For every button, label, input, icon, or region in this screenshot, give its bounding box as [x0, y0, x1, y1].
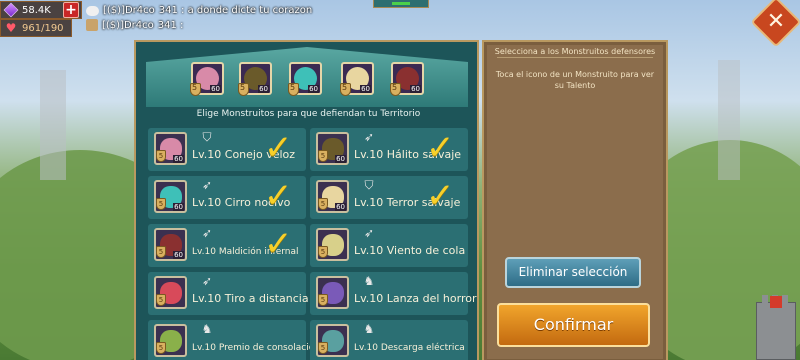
shield-icon: ⛉ — [364, 178, 374, 192]
monster-portrait[interactable]: 5 — [316, 228, 349, 261]
level-badge: 60 — [258, 85, 269, 93]
divider — [497, 57, 653, 58]
monster-card[interactable]: 5 60 ➶ Lv.10 Hálito salvaje ✓ — [310, 128, 468, 171]
defender-slot[interactable]: 60 — [238, 62, 272, 96]
star-shield-icon — [190, 83, 201, 96]
chat-line[interactable]: [($)]Dr4co 341 : — [86, 19, 183, 31]
monster-portrait[interactable]: 5 — [316, 324, 349, 357]
close-icon: ✕ — [766, 9, 786, 34]
star-shield-icon: 5 — [318, 198, 328, 210]
defender-slot[interactable]: 60 — [390, 62, 424, 96]
monster-card[interactable]: 5 ➶ Lv.10 Tiro a distancia — [148, 272, 309, 315]
monster-portrait[interactable]: 5 60 — [154, 228, 187, 261]
level-badge: 60 — [360, 85, 371, 93]
bow-icon: ➶ — [363, 130, 375, 144]
guild-crest-icon — [86, 19, 98, 31]
star-shield-icon: 5 — [318, 342, 328, 354]
gem-icon — [3, 2, 19, 18]
heart-icon: ♥ — [5, 21, 17, 35]
chat-sender: [($)]Dr4co — [102, 19, 154, 31]
level-badge: 60 — [173, 251, 184, 259]
chat-sender: [($)]Dr4co — [103, 5, 155, 16]
defender-slot[interactable]: 60 — [288, 62, 322, 96]
horse-icon: ♞ — [363, 274, 375, 288]
monster-card[interactable]: 5 ♞ Lv.10 Premio de consolación — [148, 320, 320, 360]
stamina-value: 961/190 — [22, 22, 64, 34]
star-shield-icon: 5 — [156, 342, 166, 354]
level-badge: 60 — [308, 85, 319, 93]
info-title: Selecciona a los Monstruitos defensores — [494, 47, 656, 56]
checkmark-icon: ✓ — [264, 176, 293, 216]
star-shield-icon — [390, 83, 401, 96]
level-badge: 60 — [410, 85, 421, 93]
star-shield-icon: 5 — [318, 294, 328, 306]
level-badge: 60 — [335, 203, 346, 211]
chat-line[interactable]: [($)]Dr4co 341 : a donde dicte tu corazo… — [86, 5, 312, 16]
monster-name: Lv.10 Premio de consolación — [192, 343, 320, 353]
star-shield-icon: 5 — [318, 246, 328, 258]
star-shield-icon: 5 — [318, 150, 328, 162]
level-badge: 60 — [173, 203, 184, 211]
bow-icon: ➶ — [201, 226, 213, 240]
star-shield-icon: 5 — [156, 294, 166, 306]
bow-icon: ➶ — [363, 226, 375, 240]
level-badge: 60 — [335, 155, 346, 163]
monster-card[interactable]: 5 60 ➶ Lv.10 Maldición infernal ✓ — [148, 224, 306, 267]
monster-portrait[interactable]: 5 60 — [154, 132, 187, 165]
bow-icon: ➶ — [201, 274, 213, 288]
monster-portrait[interactable]: 5 — [154, 324, 187, 357]
star-shield-icon — [238, 83, 249, 96]
monster-selection-panel: 60 60 60 60 60 Elige Monstruitos para que de… — [134, 40, 479, 360]
monster-card[interactable]: 5 60 ⛉ Lv.10 Conejo veloz ✓ — [148, 128, 306, 171]
checkmark-icon: ✓ — [426, 128, 455, 168]
monster-portrait[interactable]: 5 60 — [154, 180, 187, 213]
monster-name: Lv.10 Descarga eléctrica — [354, 343, 465, 353]
level-badge: 60 — [173, 155, 184, 163]
info-description: Toca el icono de un Monstruito para ver … — [495, 70, 655, 90]
monster-name: Lv.10 Tiro a distancia — [192, 292, 309, 305]
chat-bubble-icon — [86, 5, 99, 16]
monster-portrait[interactable]: 5 60 — [316, 132, 349, 165]
panel-subtitle: Elige Monstruitos para que defiendan tu … — [196, 109, 421, 119]
monster-portrait[interactable]: 5 — [316, 276, 349, 309]
stamina-counter: ♥ 961/190 — [0, 19, 72, 37]
close-button[interactable]: ✕ — [750, 0, 800, 48]
defender-slot[interactable]: 60 — [340, 62, 374, 96]
monster-card[interactable]: 5 60 ➶ Lv.10 Cirro nocivo ✓ — [148, 176, 306, 219]
confirm-button[interactable]: Confirmar — [497, 303, 650, 347]
tab-indicator — [392, 2, 410, 5]
monster-card[interactable]: 5 ♞ Lv.10 Lanza del horror — [310, 272, 477, 315]
checkmark-icon: ✓ — [426, 176, 455, 216]
star-shield-icon: 5 — [156, 150, 166, 162]
castle-flag-icon — [770, 296, 782, 308]
horse-icon: ♞ — [201, 322, 213, 336]
monster-card[interactable]: 5 60 ⛉ Lv.10 Terror salvaje ✓ — [310, 176, 468, 219]
monster-portrait[interactable]: 5 60 — [316, 180, 349, 213]
monster-name: Lv.10 Lanza del horror — [354, 292, 477, 305]
star-shield-icon: 5 — [156, 198, 166, 210]
add-gems-button[interactable]: + — [63, 2, 79, 18]
level-badge: 60 — [210, 85, 221, 93]
chat-text: 341 : — [157, 19, 184, 31]
castle-icon[interactable] — [756, 295, 796, 360]
background-tower-right — [718, 60, 740, 180]
bow-icon: ➶ — [201, 178, 213, 192]
monster-card[interactable]: 5 ♞ Lv.10 Descarga eléctrica — [310, 320, 468, 360]
horse-icon: ♞ — [363, 322, 375, 336]
defender-slot[interactable]: 60 — [190, 62, 224, 96]
star-shield-icon: 5 — [156, 246, 166, 258]
top-tab-handle[interactable] — [373, 0, 429, 8]
clear-selection-button[interactable]: Eliminar selección — [505, 257, 641, 288]
checkmark-icon: ✓ — [264, 128, 293, 168]
gems-value: 58.4K — [22, 4, 51, 16]
shield-icon: ⛉ — [202, 130, 212, 144]
checkmark-icon: ✓ — [264, 224, 293, 264]
chat-text: 341 : a donde dicte tu corazon — [158, 5, 313, 16]
monster-card[interactable]: 5 ➶ Lv.10 Viento de cola — [310, 224, 468, 267]
monster-portrait[interactable]: 5 — [154, 276, 187, 309]
monster-name: Lv.10 Viento de cola — [354, 244, 466, 257]
background-tower-left — [40, 70, 66, 180]
star-shield-icon — [340, 83, 351, 96]
star-shield-icon — [288, 83, 299, 96]
